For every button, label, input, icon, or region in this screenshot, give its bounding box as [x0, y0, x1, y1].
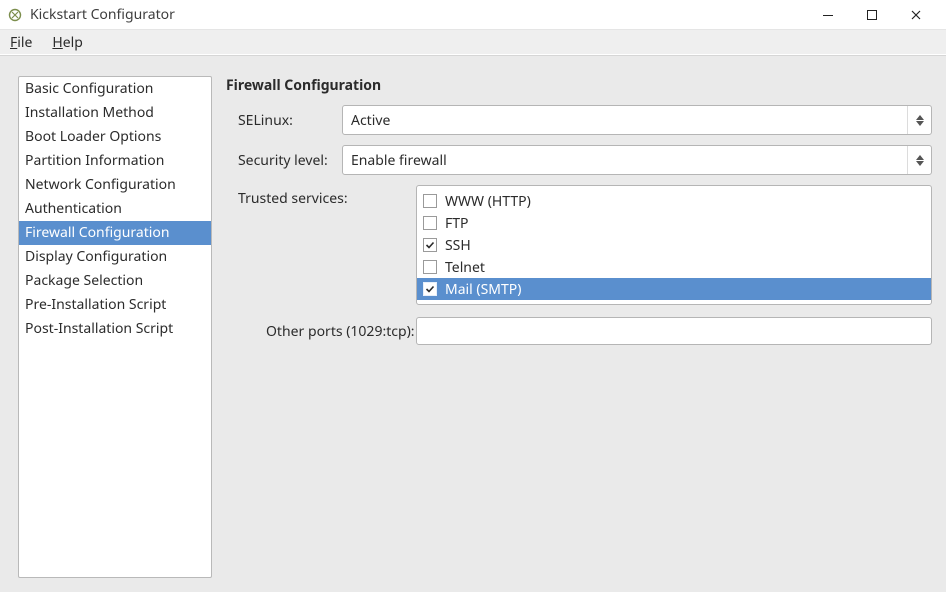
- service-row-ftp[interactable]: FTP: [417, 212, 931, 234]
- checkbox-mail[interactable]: [423, 282, 437, 296]
- trusted-services-label: Trusted services:: [226, 185, 416, 208]
- minimize-button[interactable]: [806, 0, 850, 30]
- sidebar: Basic Configuration Installation Method …: [18, 76, 212, 578]
- sidebar-item-package-selection[interactable]: Package Selection: [19, 269, 211, 293]
- other-ports-input-wrap: [416, 317, 932, 345]
- main-panel: Firewall Configuration SELinux: Active S…: [212, 76, 932, 578]
- spinner-icon: [907, 106, 927, 134]
- titlebar: Kickstart Configurator: [0, 0, 946, 30]
- spinner-icon: [907, 146, 927, 174]
- service-label-ftp: FTP: [445, 214, 469, 233]
- selinux-combo[interactable]: Active: [342, 105, 932, 135]
- service-label-ssh: SSH: [445, 236, 471, 255]
- menu-file[interactable]: File: [0, 30, 42, 55]
- checkbox-ftp[interactable]: [423, 216, 437, 230]
- service-label-mail: Mail (SMTP): [445, 280, 521, 299]
- panel-title: Firewall Configuration: [226, 76, 932, 95]
- other-ports-label: Other ports (1029:tcp):: [226, 322, 416, 341]
- workarea: Basic Configuration Installation Method …: [0, 56, 946, 592]
- app-icon: [6, 6, 24, 24]
- menu-help[interactable]: Help: [42, 30, 93, 55]
- trusted-services-list: WWW (HTTP) FTP SSH Telnet: [416, 185, 932, 305]
- sidebar-item-firewall-configuration[interactable]: Firewall Configuration: [19, 221, 211, 245]
- menu-help-rest: elp: [63, 33, 83, 52]
- service-row-telnet[interactable]: Telnet: [417, 256, 931, 278]
- sidebar-item-partition-information[interactable]: Partition Information: [19, 149, 211, 173]
- other-ports-input[interactable]: [425, 320, 923, 342]
- checkbox-www[interactable]: [423, 194, 437, 208]
- row-selinux: SELinux: Active: [226, 105, 932, 135]
- sidebar-item-display-configuration[interactable]: Display Configuration: [19, 245, 211, 269]
- selinux-value: Active: [351, 111, 390, 130]
- sidebar-item-installation-method[interactable]: Installation Method: [19, 101, 211, 125]
- row-trusted-services: Trusted services: WWW (HTTP) FTP: [226, 185, 932, 305]
- sidebar-item-pre-installation-script[interactable]: Pre-Installation Script: [19, 293, 211, 317]
- window-title: Kickstart Configurator: [30, 5, 175, 24]
- selinux-label: SELinux:: [226, 111, 342, 130]
- security-level-label: Security level:: [226, 151, 342, 170]
- sidebar-item-network-configuration[interactable]: Network Configuration: [19, 173, 211, 197]
- service-label-telnet: Telnet: [445, 258, 485, 277]
- sidebar-item-post-installation-script[interactable]: Post-Installation Script: [19, 317, 211, 341]
- service-row-mail[interactable]: Mail (SMTP): [417, 278, 931, 300]
- security-level-value: Enable firewall: [351, 151, 447, 170]
- service-label-www: WWW (HTTP): [445, 192, 531, 211]
- row-other-ports: Other ports (1029:tcp):: [226, 317, 932, 345]
- close-button[interactable]: [894, 0, 938, 30]
- service-row-www[interactable]: WWW (HTTP): [417, 190, 931, 212]
- maximize-button[interactable]: [850, 0, 894, 30]
- sidebar-item-basic-configuration[interactable]: Basic Configuration: [19, 77, 211, 101]
- checkbox-ssh[interactable]: [423, 238, 437, 252]
- row-security-level: Security level: Enable firewall: [226, 145, 932, 175]
- sidebar-item-authentication[interactable]: Authentication: [19, 197, 211, 221]
- security-level-combo[interactable]: Enable firewall: [342, 145, 932, 175]
- service-row-ssh[interactable]: SSH: [417, 234, 931, 256]
- sidebar-item-boot-loader-options[interactable]: Boot Loader Options: [19, 125, 211, 149]
- checkbox-telnet[interactable]: [423, 260, 437, 274]
- menu-file-rest: ile: [17, 33, 32, 52]
- menubar: File Help: [0, 30, 946, 56]
